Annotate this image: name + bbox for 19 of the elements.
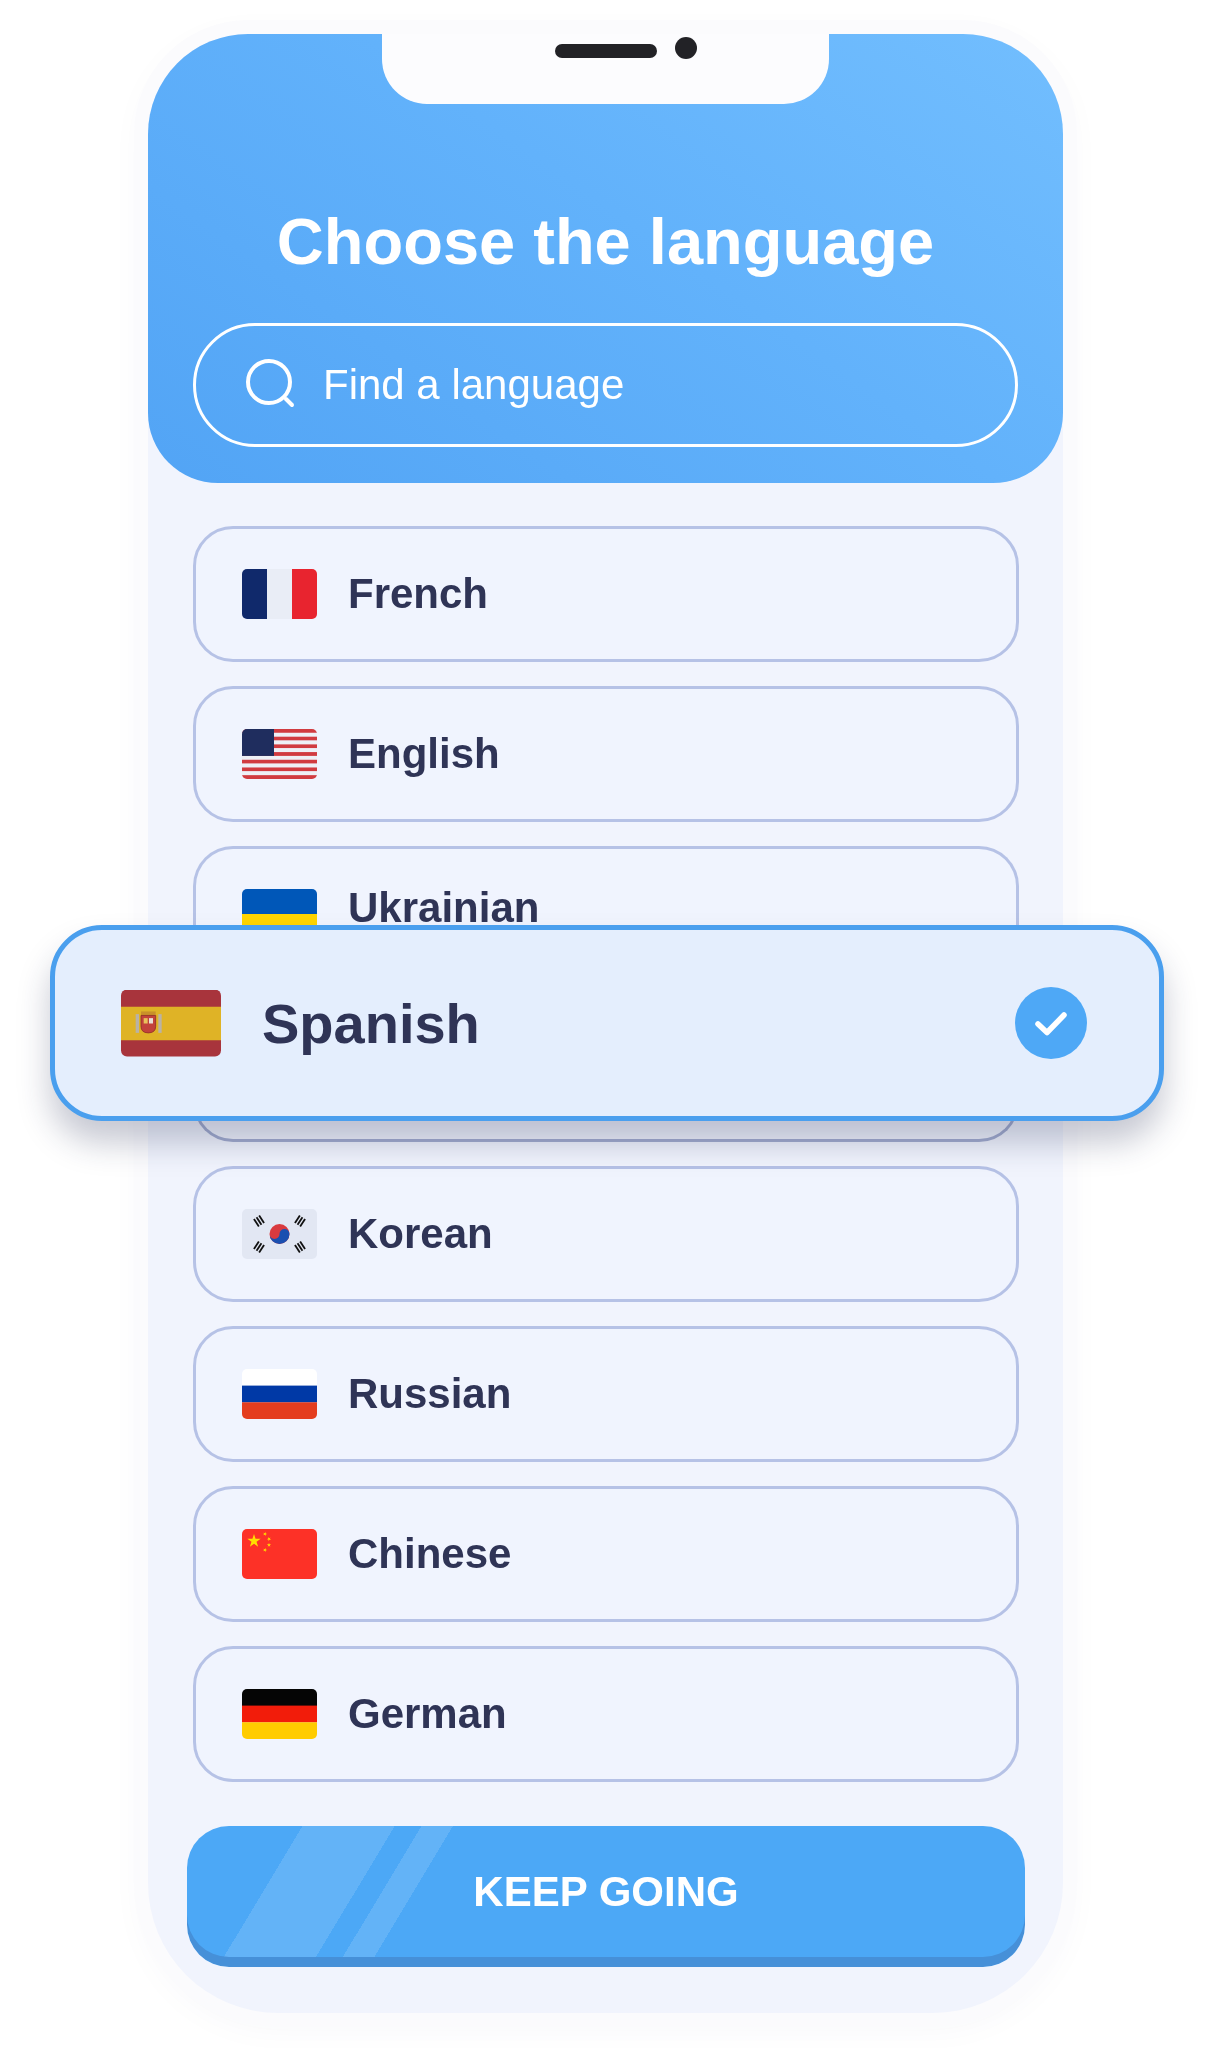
check-icon [1015,987,1087,1059]
ukrainian-flag-icon [242,889,317,925]
german-flag-icon [242,1689,317,1739]
language-option[interactable]: Russian [193,1326,1019,1462]
language-option[interactable]: French [193,526,1019,662]
russian-flag-icon [242,1369,317,1419]
us-flag-icon [242,729,317,779]
french-flag-icon [242,569,317,619]
language-option[interactable]: Chinese [193,1486,1019,1622]
language-option[interactable]: Korean [193,1166,1019,1302]
language-option[interactable]: English [193,686,1019,822]
page-title: Choose the language [275,204,936,280]
spanish-flag-icon [121,989,221,1057]
chinese-flag-icon [242,1529,317,1579]
search-field[interactable]: Find a language [193,323,1018,447]
language-option[interactable]: Spanish [50,925,1164,1121]
korean-flag-icon [242,1209,317,1259]
language-option[interactable]: Ukrainian [193,846,1019,925]
language-option[interactable]: German [193,1646,1019,1782]
